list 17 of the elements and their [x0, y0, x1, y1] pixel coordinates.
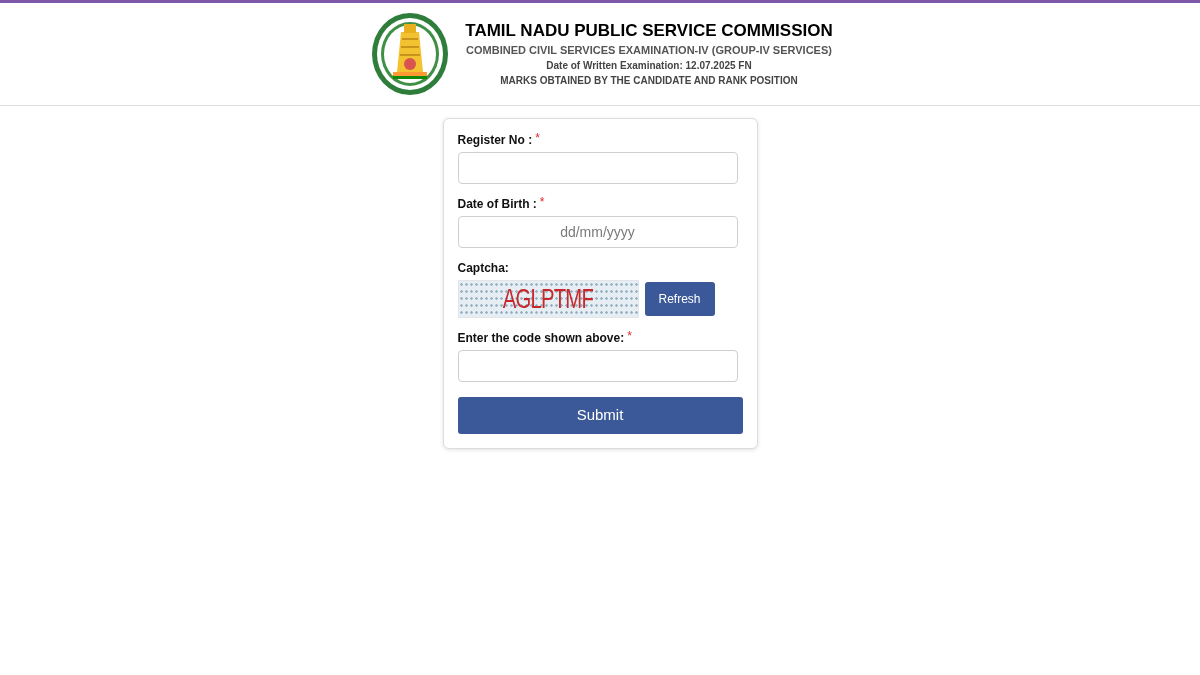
captcha-code: AGLPTMF [502, 284, 594, 314]
page-caption: MARKS OBTAINED BY THE CANDIDATE AND RANK POSITION [500, 73, 798, 88]
commission-title: TAMIL NADU PUBLIC SERVICE COMMISSION [465, 19, 833, 42]
exam-title: COMBINED CIVIL SERVICES EXAMINATION-IV (GROUP-IV SERVICES) [466, 42, 832, 58]
required-mark: * [535, 132, 540, 144]
input-field[interactable] [457, 152, 738, 184]
field-label: Enter the code shown above: [457, 330, 625, 347]
refresh-button[interactable]: Refresh [644, 282, 715, 316]
required-mark: * [627, 330, 632, 342]
input-field[interactable] [457, 350, 738, 382]
field-label: Captcha: [457, 260, 509, 277]
exam-date: Date of Written Examination: 12.07.2025 FN [546, 58, 752, 73]
field-label: Register No : [457, 132, 533, 149]
date-field[interactable]: dd/mm/yyyy [457, 216, 738, 248]
submit-button[interactable]: Submit [457, 397, 743, 434]
field-label: Date of Birth : [457, 196, 537, 213]
required-mark: * [539, 196, 545, 208]
